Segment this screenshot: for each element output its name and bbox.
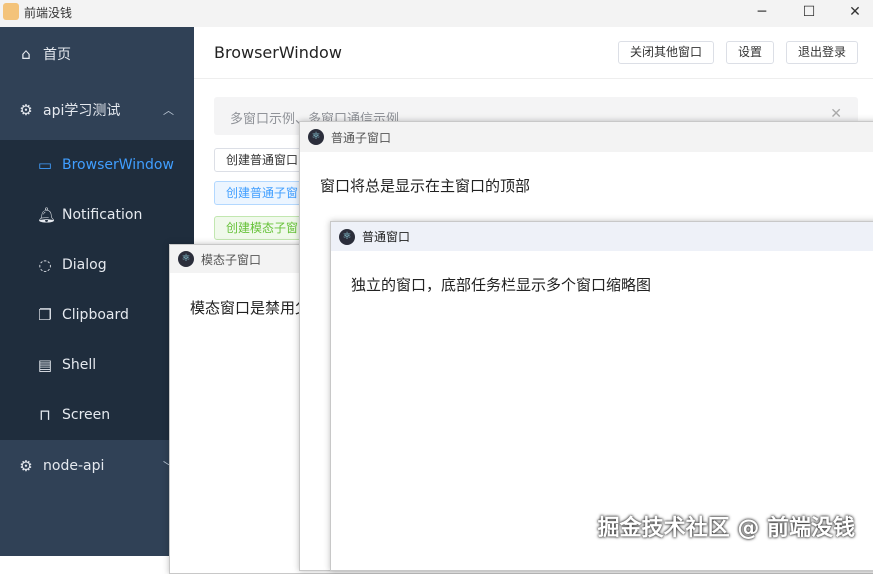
label: Dialog	[62, 257, 107, 273]
label: BrowserWindow	[62, 157, 174, 173]
label: api学习测试	[43, 103, 121, 119]
app-logo-icon	[3, 3, 19, 20]
settings-button[interactable]: 设置	[726, 41, 774, 64]
label: Notification	[62, 207, 143, 223]
window-body-text: 窗口将总是显示在主窗口的顶部	[320, 177, 531, 195]
gear-icon: ⚙	[19, 457, 33, 475]
sidebar-item-dialog[interactable]: ◌ Dialog	[0, 240, 194, 290]
electron-icon: ⚛	[308, 129, 324, 145]
sidebar-item-notification[interactable]: 🔔︎ Notification	[0, 190, 194, 240]
close-other-windows-button[interactable]: 关闭其他窗口	[618, 41, 714, 64]
monitor-icon: ▭	[37, 156, 53, 174]
sidebar-item-shell[interactable]: ▤ Shell	[0, 340, 194, 390]
window-title: 普通窗口	[362, 230, 411, 244]
divider	[194, 78, 873, 79]
chat-icon: ◌	[38, 256, 52, 274]
label: 首页	[43, 47, 71, 63]
sidebar-item-api[interactable]: ⚙ api学习测试 ︿	[0, 87, 194, 133]
terminal-icon: ▤	[37, 356, 53, 374]
sidebar-item-browserwindow[interactable]: ▭ BrowserWindow	[0, 140, 194, 190]
label: Clipboard	[62, 307, 129, 323]
label: Screen	[62, 407, 111, 423]
window-body-text: 独立的窗口，底部任务栏显示多个窗口缩略图	[351, 276, 652, 294]
window-title-bar[interactable]: ⚛ 普通子窗口	[300, 122, 873, 152]
gear-icon: ⚙	[19, 101, 33, 119]
app-title: 前端没钱	[24, 6, 73, 20]
bell-icon: 🔔︎	[37, 206, 57, 224]
label: node-api	[43, 458, 105, 474]
window-title: 模态子窗口	[201, 252, 262, 267]
sidebar-item-node-api[interactable]: ⚙node-api﹀	[0, 443, 194, 489]
screen-icon: ⊓	[39, 406, 51, 424]
page-title: BrowserWindow	[214, 43, 342, 62]
close-button[interactable]: ✕	[832, 0, 873, 27]
sidebar-item-home[interactable]: ⌂ 首页	[0, 31, 194, 77]
title-bar: 前端没钱 ─ ☐ ✕	[0, 0, 873, 27]
copy-icon: ❐	[38, 306, 52, 324]
minimize-button[interactable]: ─	[739, 0, 785, 27]
electron-icon: ⚛	[339, 228, 355, 245]
sidebar-item-screen[interactable]: ⊓ Screen	[0, 390, 194, 440]
chevron-up-icon: ︿	[163, 104, 174, 117]
window-title-bar[interactable]: ⚛ 普通窗口	[331, 222, 873, 251]
window-title: 普通子窗口	[331, 130, 392, 145]
home-icon: ⌂	[21, 45, 31, 63]
electron-icon: ⚛	[178, 251, 194, 267]
sidebar-item-clipboard[interactable]: ❐ Clipboard	[0, 290, 194, 340]
watermark: 掘金技术社区 @ 前端没钱	[597, 516, 855, 541]
logout-button[interactable]: 退出登录	[786, 41, 858, 64]
close-icon[interactable]: ✕	[830, 106, 842, 122]
label: Shell	[62, 357, 97, 373]
sidebar: ⌂ 首页 ⚙ api学习测试 ︿ ▭ BrowserWindow 🔔︎ Notificat…	[0, 27, 194, 556]
maximize-button[interactable]: ☐	[786, 0, 832, 27]
